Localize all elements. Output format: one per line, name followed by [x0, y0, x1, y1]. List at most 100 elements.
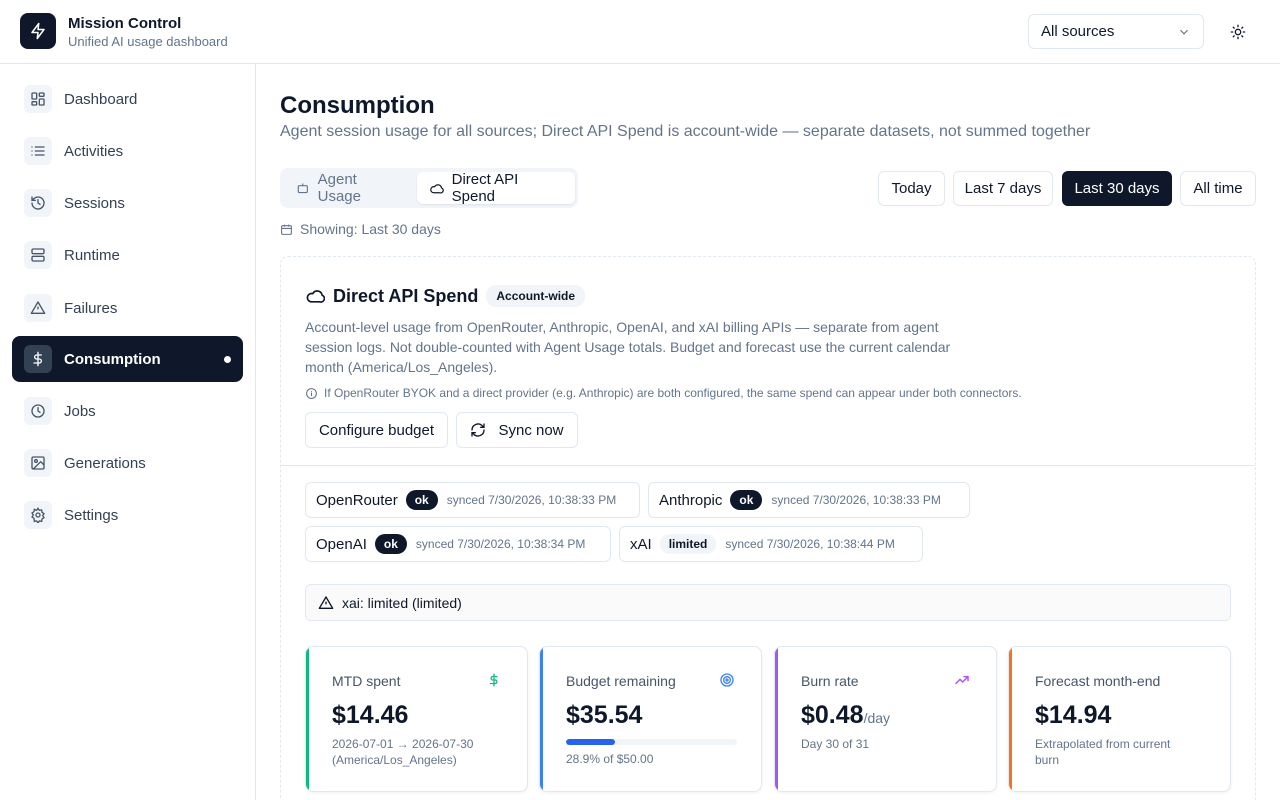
alert-text: xai: limited (limited) — [342, 594, 462, 611]
card-divider — [281, 465, 1255, 466]
sidebar-item-label: Settings — [64, 506, 119, 524]
accent-bar — [775, 647, 778, 791]
active-indicator-dot — [224, 356, 231, 363]
stat-label: MTD spent — [332, 673, 401, 689]
sidebar-item-activities[interactable]: Activities — [12, 128, 243, 174]
account-wide-badge: Account-wide — [486, 285, 586, 307]
sidebar-item-failures[interactable]: Failures — [12, 285, 243, 331]
target-icon — [720, 673, 734, 687]
chevron-down-icon — [1180, 29, 1188, 35]
cloud-icon — [430, 183, 444, 194]
app-title: Mission Control — [68, 15, 182, 32]
connector-name: OpenRouter — [316, 491, 398, 509]
sync-time: synced 7/30/2026, 10:38:33 PM — [771, 493, 941, 507]
sidebar-item-generations[interactable]: Generations — [12, 440, 243, 486]
tab-label: Direct API Spend — [451, 171, 519, 205]
stat-value: $14.46 — [332, 701, 409, 729]
sidebar-item-settings[interactable]: Settings — [12, 492, 243, 538]
sidebar-item-label: Jobs — [64, 402, 96, 420]
tab-agent-usage[interactable]: Agent Usage — [284, 171, 414, 205]
sidebar-item-label: Dashboard — [64, 90, 138, 108]
range-today-button[interactable]: Today — [878, 171, 945, 206]
info-icon — [306, 387, 317, 399]
stat-value: $0.48/day — [801, 701, 890, 730]
sidebar: Dashboard Activities Sessions Runtime Fa… — [0, 64, 256, 800]
accent-bar — [1009, 647, 1012, 791]
card-title: Direct API Spend — [333, 285, 479, 306]
card-note: If OpenRouter BYOK and a direct provider… — [305, 386, 1022, 400]
sidebar-item-consumption[interactable]: Consumption — [12, 336, 243, 382]
sync-now-button[interactable]: Sync now — [456, 412, 578, 448]
sync-time: synced 7/30/2026, 10:38:34 PM — [415, 537, 586, 551]
sidebar-item-label: Runtime — [64, 246, 120, 264]
showing-label: Showing: Last 30 days — [300, 221, 441, 237]
stat-mtd-spent: MTD spent $14.46 2026-07-01 → 2026-07-30… — [305, 646, 528, 792]
app-subtitle: Unified AI usage dashboard — [68, 34, 228, 49]
sidebar-item-runtime[interactable]: Runtime — [12, 232, 243, 278]
dollar-icon — [24, 345, 52, 373]
range-30-days-button[interactable]: Last 30 days — [1062, 171, 1172, 206]
sidebar-item-label: Activities — [64, 142, 124, 160]
sync-time: synced 7/30/2026, 10:38:44 PM — [725, 537, 895, 551]
tab-label: Agent Usage — [317, 171, 361, 205]
gear-icon — [24, 501, 52, 529]
connector-name: xAI — [630, 535, 652, 553]
top-bar: Mission Control Unified AI usage dashboa… — [0, 0, 1280, 64]
stat-value-amount: $0.48 — [801, 701, 864, 729]
card-description: Account-level usage from OpenRouter, Ant… — [305, 319, 951, 375]
list-icon — [24, 137, 52, 165]
history-icon — [24, 189, 52, 217]
connector-openrouter: OpenRouter ok synced 7/30/2026, 10:38:33… — [305, 482, 640, 518]
source-select-value: All sources — [1041, 23, 1115, 40]
server-icon — [24, 241, 52, 269]
refresh-icon — [471, 423, 486, 437]
stat-description: Day 30 of 31 — [801, 737, 870, 751]
layout-grid-icon — [24, 85, 52, 113]
stat-label: Forecast month-end — [1035, 673, 1161, 689]
connector-anthropic: Anthropic ok synced 7/30/2026, 10:38:33 … — [648, 482, 970, 518]
dollar-icon — [489, 673, 498, 687]
stat-description: Extrapolated from current burn — [1035, 737, 1171, 767]
tab-direct-api-spend[interactable]: Direct API Spend — [417, 171, 575, 205]
sidebar-item-label: Consumption — [64, 350, 161, 368]
sun-icon — [1230, 24, 1246, 40]
sidebar-item-label: Generations — [64, 454, 146, 472]
trending-up-icon — [955, 675, 969, 685]
stat-forecast-month-end: Forecast month-end $14.94 Extrapolated f… — [1008, 646, 1231, 792]
sidebar-item-label: Failures — [64, 299, 118, 317]
status-badge: ok — [374, 534, 407, 554]
source-select[interactable]: All sources — [1028, 14, 1204, 49]
accent-bar — [540, 647, 543, 791]
limited-alert: xai: limited (limited) — [305, 584, 1231, 621]
main-content: Consumption Agent session usage for all … — [256, 64, 1280, 800]
card-header: Direct API Spend Account-wide — [305, 285, 586, 307]
image-icon — [24, 449, 52, 477]
sidebar-item-sessions[interactable]: Sessions — [12, 180, 243, 226]
calendar-icon — [281, 224, 292, 235]
configure-budget-button[interactable]: Configure budget — [305, 412, 448, 448]
stat-label: Burn rate — [801, 673, 859, 689]
cloud-icon — [306, 290, 325, 303]
status-badge: ok — [405, 490, 438, 510]
note-text: If OpenRouter BYOK and a direct provider… — [324, 386, 1022, 400]
range-7-days-button[interactable]: Last 7 days — [953, 171, 1053, 206]
stat-value: $35.54 — [566, 701, 643, 729]
stat-value: $14.94 — [1035, 701, 1112, 729]
sidebar-item-label: Sessions — [64, 194, 125, 212]
range-all-time-button[interactable]: All time — [1180, 171, 1256, 206]
status-badge: ok — [730, 490, 763, 510]
connector-name: Anthropic — [659, 491, 723, 509]
connector-xai: xAI limited synced 7/30/2026, 10:38:44 P… — [619, 526, 923, 562]
stat-label: Budget remaining — [566, 673, 676, 689]
theme-toggle-button[interactable] — [1222, 16, 1254, 48]
sync-time: synced 7/30/2026, 10:38:33 PM — [446, 493, 617, 507]
stat-budget-remaining: Budget remaining $35.54 28.9% of $50.00 — [539, 646, 762, 792]
budget-progress-bar — [566, 739, 737, 745]
page-subtitle: Agent session usage for all sources; Dir… — [280, 123, 1091, 140]
sidebar-item-dashboard[interactable]: Dashboard — [12, 76, 243, 122]
stat-description: 28.9% of $50.00 — [566, 752, 654, 766]
page-title: Consumption — [280, 92, 435, 119]
stat-burn-rate: Burn rate $0.48/day Day 30 of 31 — [774, 646, 997, 792]
stat-description: 2026-07-01 → 2026-07-30 (America/Los_Ang… — [332, 737, 474, 767]
sidebar-item-jobs[interactable]: Jobs — [12, 388, 243, 434]
